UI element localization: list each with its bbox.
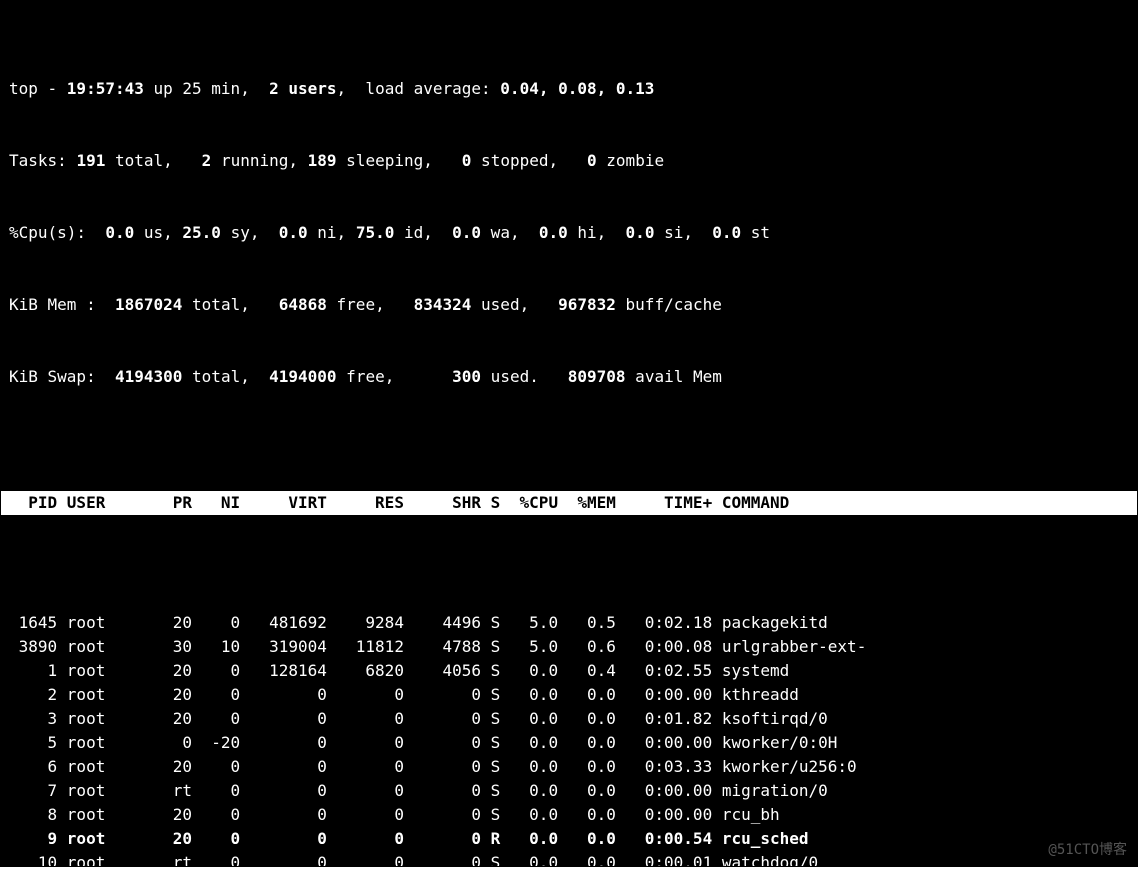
watermark: @51CTO博客 xyxy=(1048,838,1127,862)
process-row: 1 root 20 0 128164 6820 4056 S 0.0 0.4 0… xyxy=(9,659,1137,683)
summary-line-mem: KiB Mem : 1867024 total, 64868 free, 834… xyxy=(1,293,1137,317)
summary-line-uptime: top - 19:57:43 up 25 min, 2 users, load … xyxy=(1,77,1137,101)
process-row: 3 root 20 0 0 0 0 S 0.0 0.0 0:01.82 ksof… xyxy=(9,707,1137,731)
process-row: 10 root rt 0 0 0 0 S 0.0 0.0 0:00.01 wat… xyxy=(9,851,1137,867)
process-row: 7 root rt 0 0 0 0 S 0.0 0.0 0:00.00 migr… xyxy=(9,779,1137,803)
process-table: 1645 root 20 0 481692 9284 4496 S 5.0 0.… xyxy=(1,611,1137,867)
summary-line-cpu: %Cpu(s): 0.0 us, 25.0 sy, 0.0 ni, 75.0 i… xyxy=(1,221,1137,245)
process-row: 2 root 20 0 0 0 0 S 0.0 0.0 0:00.00 kthr… xyxy=(9,683,1137,707)
column-header-row: PID USER PR NI VIRT RES SHR S %CPU %MEM … xyxy=(1,491,1137,515)
process-row: 1645 root 20 0 481692 9284 4496 S 5.0 0.… xyxy=(9,611,1137,635)
process-row: 3890 root 30 10 319004 11812 4788 S 5.0 … xyxy=(9,635,1137,659)
terminal-output[interactable]: top - 19:57:43 up 25 min, 2 users, load … xyxy=(0,0,1138,867)
process-row: 6 root 20 0 0 0 0 S 0.0 0.0 0:03.33 kwor… xyxy=(9,755,1137,779)
summary-line-swap: KiB Swap: 4194300 total, 4194000 free, 3… xyxy=(1,365,1137,389)
process-row: 5 root 0 -20 0 0 0 S 0.0 0.0 0:00.00 kwo… xyxy=(9,731,1137,755)
process-row: 9 root 20 0 0 0 0 R 0.0 0.0 0:00.54 rcu_… xyxy=(9,827,1137,851)
summary-line-tasks: Tasks: 191 total, 2 running, 189 sleepin… xyxy=(1,149,1137,173)
process-row: 8 root 20 0 0 0 0 S 0.0 0.0 0:00.00 rcu_… xyxy=(9,803,1137,827)
